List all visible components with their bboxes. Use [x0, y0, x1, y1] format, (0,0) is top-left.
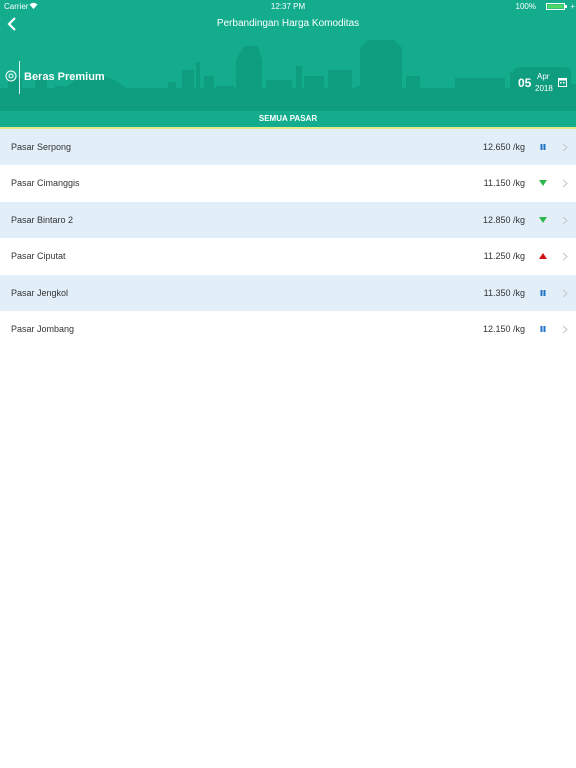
market-name: Pasar Jengkol — [11, 288, 69, 298]
page-title: Perbandingan Harga Komoditas — [216, 18, 360, 29]
market-price: 11.350 /kg — [483, 288, 525, 298]
market-price: 12.150 /kg — [482, 324, 525, 334]
city-skyline-illustration — [0, 40, 576, 111]
trend-stable-icon — [540, 144, 546, 150]
market-price: 11.150 /kg — [483, 178, 525, 188]
trend-stable-icon — [540, 290, 546, 296]
trend-stable-icon — [540, 326, 546, 332]
chevron-right-icon — [562, 143, 568, 152]
chevron-right-icon — [562, 216, 568, 225]
date-picker[interactable]: 05 Apr 2018 — [513, 67, 571, 98]
market-row-jengkol[interactable]: Pasar Jengkol 11.350 /kg — [0, 275, 576, 311]
date-year: 2018 — [535, 84, 553, 93]
market-name: Pasar Jombang — [11, 324, 75, 334]
trend-down-icon — [539, 217, 547, 223]
market-row-bintaro-2[interactable]: Pasar Bintaro 2 12.850 /kg — [0, 202, 576, 238]
battery-percentage: 100% — [515, 2, 536, 11]
chevron-right-icon — [562, 325, 568, 334]
tab-semua-pasar[interactable]: SEMUA PASAR — [0, 111, 576, 127]
chevron-right-icon — [562, 289, 568, 298]
market-price: 11.250 /kg — [483, 251, 525, 261]
market-row-ciputat[interactable]: Pasar Ciputat 11.250 /kg — [0, 238, 576, 274]
chevron-right-icon — [562, 252, 568, 261]
market-name: Pasar Ciputat — [11, 251, 66, 261]
charging-icon: + — [570, 2, 575, 11]
battery-icon — [546, 3, 567, 10]
status-time: 12:37 PM — [270, 2, 306, 11]
market-name: Pasar Serpong — [11, 142, 72, 152]
status-bar: Carrier 12:37 PM 100% + — [0, 0, 576, 13]
commodity-icon — [5, 70, 17, 82]
market-name: Pasar Bintaro 2 — [11, 215, 74, 225]
header: Carrier 12:37 PM 100% + Perbandingan Har… — [0, 0, 576, 111]
chevron-right-icon — [562, 179, 568, 188]
market-row-serpong[interactable]: Pasar Serpong 12.650 /kg — [0, 129, 576, 165]
date-month: Apr — [537, 72, 550, 81]
trend-up-icon — [539, 253, 547, 259]
trend-down-icon — [539, 180, 547, 186]
market-name: Pasar Cimanggis — [11, 178, 80, 188]
date-day: 05 — [518, 76, 532, 90]
market-price: 12.650 /kg — [482, 142, 525, 152]
market-price: 12.850 /kg — [482, 215, 525, 225]
market-row-cimanggis[interactable]: Pasar Cimanggis 11.150 /kg — [0, 165, 576, 201]
calendar-icon — [558, 78, 567, 87]
market-row-jombang[interactable]: Pasar Jombang 12.150 /kg — [0, 311, 576, 347]
commodity-selector[interactable]: Beras Premium — [24, 71, 105, 83]
commodity-divider — [19, 61, 20, 94]
